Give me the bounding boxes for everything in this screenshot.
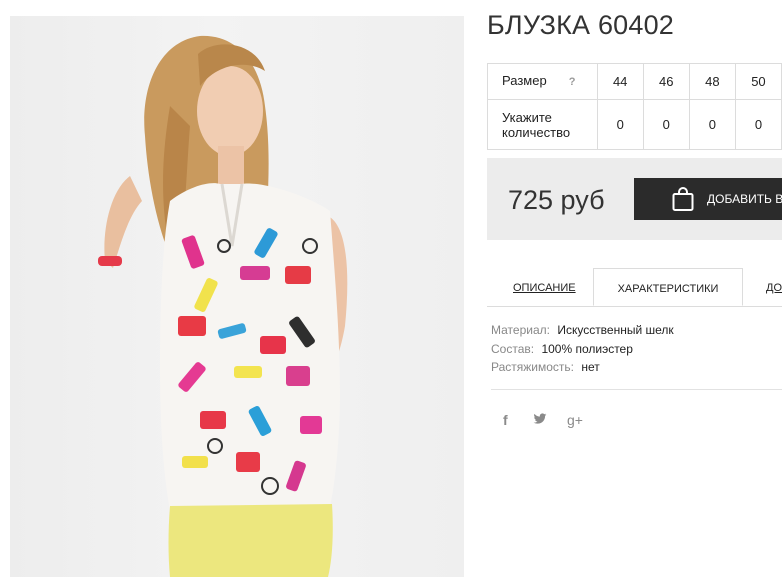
quantity-input[interactable]: 0 xyxy=(596,99,644,150)
twitter-icon[interactable] xyxy=(533,412,547,428)
product-tabs: ОПИСАНИЕ ХАРАКТЕРИСТИКИ ДО xyxy=(487,268,782,307)
quantity-label-line2: количество xyxy=(502,124,571,140)
spec-row: Растяжимость: нет xyxy=(491,360,674,379)
spec-value: Искусственный шелк xyxy=(557,323,674,337)
buy-box: 725 руб ДОБАВИТЬ В xyxy=(487,158,782,240)
size-option: 48 xyxy=(688,63,736,100)
quantity-input[interactable]: 0 xyxy=(642,99,690,150)
shopping-bag-icon xyxy=(672,186,694,215)
quantity-row: Укажите количество 0 0 0 0 xyxy=(487,99,782,150)
specs-list: Материал: Искусственный шелк Состав: 100… xyxy=(491,323,674,379)
add-to-cart-button[interactable]: ДОБАВИТЬ В xyxy=(634,178,782,220)
spec-row: Материал: Искусственный шелк xyxy=(491,323,674,342)
spec-key: Материал: xyxy=(491,323,550,337)
size-option: 50 xyxy=(734,63,782,100)
tab-description[interactable]: ОПИСАНИЕ xyxy=(513,268,576,306)
spec-key: Растяжимость: xyxy=(491,360,575,374)
size-quantity-table: Размер? 44 46 48 50 Укажите количество 0… xyxy=(487,63,782,150)
quantity-input[interactable]: 0 xyxy=(688,99,736,150)
divider xyxy=(491,389,782,390)
size-help-icon[interactable]: ? xyxy=(569,76,576,88)
size-option: 46 xyxy=(642,63,690,100)
google-plus-icon[interactable]: g+ xyxy=(567,412,583,428)
size-option: 44 xyxy=(596,63,644,100)
facebook-icon[interactable]: f xyxy=(503,412,508,428)
product-photo-illustration xyxy=(98,35,348,577)
tab-characteristics[interactable]: ХАРАКТЕРИСТИКИ xyxy=(593,268,743,306)
size-label: Размер xyxy=(502,73,547,88)
product-image[interactable] xyxy=(10,16,464,577)
add-to-cart-label: ДОБАВИТЬ В xyxy=(707,192,782,206)
quantity-label-line1: Укажите xyxy=(502,109,552,125)
spec-row: Состав: 100% полиэстер xyxy=(491,342,674,361)
size-row: Размер? 44 46 48 50 xyxy=(487,63,782,100)
spec-value: 100% полиэстер xyxy=(541,341,633,356)
size-label-cell: Размер? xyxy=(487,63,598,100)
price: 725 руб xyxy=(508,185,605,215)
tab-delivery[interactable]: ДО xyxy=(766,268,782,306)
spec-value: нет xyxy=(581,360,600,374)
spec-key: Состав: xyxy=(491,341,535,356)
quantity-input[interactable]: 0 xyxy=(734,99,782,150)
quantity-label-cell: Укажите количество xyxy=(487,99,598,150)
product-title: БЛУЗКА 60402 xyxy=(487,10,675,40)
